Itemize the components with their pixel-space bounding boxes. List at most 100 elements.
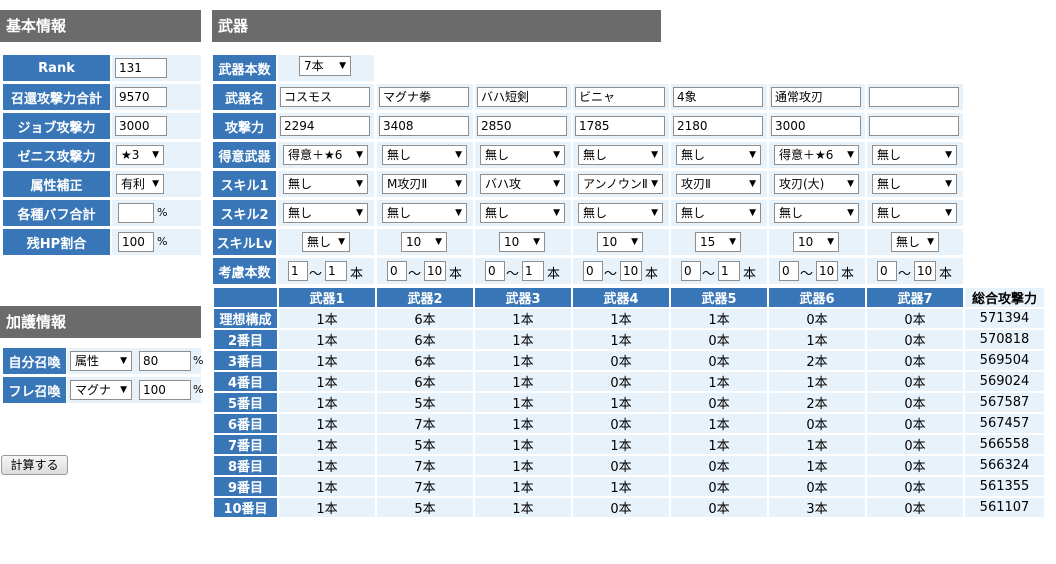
weapon-count-cell: 7本 [377,456,473,475]
weapon-name-input-7[interactable] [869,87,959,107]
weapon-skill1-select-1[interactable]: 無し ▼ [283,174,368,194]
chevron-down-icon: ▼ [338,237,345,247]
buff-total-input[interactable] [118,203,154,223]
weapon-skill2-select-6[interactable]: 無し ▼ [774,203,859,223]
weapon-name-value: マグナ拳 [383,90,432,104]
weapon-skill1-select-6[interactable]: 攻刃(大) ▼ [774,174,859,194]
range-max-value: 10 [819,264,835,278]
summon-value-input-0[interactable]: 80 [139,351,191,371]
range-min-input-1[interactable]: 1 [288,261,308,281]
range-min-input-7[interactable]: 0 [877,261,897,281]
range-min-value: 0 [390,264,398,278]
rank-label: 6番目 [214,414,277,433]
weapon-skill1-select-3[interactable]: バハ攻 ▼ [480,174,565,194]
basic-input-1[interactable]: 9570 [115,87,167,107]
range-min-input-2[interactable]: 0 [387,261,407,281]
basic-value-2: 3000 [119,119,150,133]
weapon-skill2-select-7[interactable]: 無し ▼ [872,203,957,223]
weapon-skill2-select-4[interactable]: 無し ▼ [578,203,663,223]
weapon-skill2-select-1[interactable]: 無し ▼ [283,203,368,223]
weapon-specialty-select-5[interactable]: 無し ▼ [676,145,761,165]
weapon-specialty-select-7[interactable]: 無し ▼ [872,145,957,165]
zenith-attack-select[interactable]: ★3 ▼ [116,145,164,165]
range-max-input-6[interactable]: 10 [816,261,838,281]
weapon-count-cell: 1本 [279,372,375,391]
weapon-count-cell: 0本 [867,498,963,517]
weapon-skill2-select-2[interactable]: 無し ▼ [382,203,467,223]
summon-value: 80 [143,354,159,368]
basic-input-0[interactable]: 131 [115,58,167,78]
weapon-attack-input-6[interactable]: 3000 [771,116,861,136]
weapon-skill-lv-select-1[interactable]: 無し ▼ [302,232,350,252]
weapon-name-input-4[interactable]: ビニャ [575,87,665,107]
element-bonus-select[interactable]: 有利 ▼ [116,174,164,194]
range-max-value: 1 [525,264,533,278]
weapon-name-input-1[interactable]: コスモス [280,87,370,107]
chevron-down-icon: ▼ [847,150,854,160]
weapon-specialty-select-3[interactable]: 無し ▼ [480,145,565,165]
weapon-name-value: 4象 [677,90,697,104]
weapon-name-input-3[interactable]: バハ短剣 [477,87,567,107]
total-attack-cell: 561355 [965,477,1044,496]
weapon-attack-input-7[interactable] [869,116,959,136]
chevron-down-icon: ▼ [455,150,462,160]
rank-label: 8番目 [214,456,277,475]
weapon-name-input-6[interactable]: 通常攻刃 [771,87,861,107]
weapon-row-label-range: 考慮本数 [213,258,276,284]
range-min-input-6[interactable]: 0 [779,261,799,281]
weapon-count-cell: 1本 [671,435,767,454]
weapon-skill-lv-select-5[interactable]: 15 ▼ [695,232,741,252]
weapon-attack-input-1[interactable]: 2294 [280,116,370,136]
chevron-down-icon: ▼ [356,208,363,218]
range-min-input-4[interactable]: 0 [583,261,603,281]
range-max-input-5[interactable]: 1 [718,261,740,281]
weapon-skill2-select-5[interactable]: 無し ▼ [676,203,761,223]
weapon-skill-lv-select-2[interactable]: 10 ▼ [401,232,447,252]
weapon-specialty-select-2[interactable]: 無し ▼ [382,145,467,165]
weapon-specialty-select-4[interactable]: 無し ▼ [578,145,663,165]
weapon-col-header-5: 武器5 [671,288,767,307]
weapon-attack-input-3[interactable]: 2850 [477,116,567,136]
weapon-count-select[interactable]: 7本 ▼ [299,56,351,76]
weapon-skill1-select-2[interactable]: M攻刃Ⅱ ▼ [382,174,467,194]
summon-value-input-1[interactable]: 100 [139,380,191,400]
basic-label-4: 属性補正 [3,171,110,197]
weapon-skill2-select-3[interactable]: 無し ▼ [480,203,565,223]
weapon-skill1-select-5[interactable]: 攻刃Ⅱ ▼ [676,174,761,194]
weapon-skill1-select-4[interactable]: アンノウンⅡ ▼ [578,174,663,194]
weapon-specialty-select-6[interactable]: 得意＋★6 ▼ [774,145,859,165]
total-attack-cell: 567587 [965,393,1044,412]
weapon-specialty-select-1[interactable]: 得意＋★6 ▼ [283,145,368,165]
range-max-input-2[interactable]: 10 [424,261,446,281]
weapon-name-input-2[interactable]: マグナ拳 [379,87,469,107]
weapon-skill-lv-select-3[interactable]: 10 ▼ [499,232,545,252]
range-max-input-7[interactable]: 10 [914,261,936,281]
range-min-input-5[interactable]: 0 [681,261,701,281]
range-unit: 本 [645,267,659,282]
rank-label: 3番目 [214,351,277,370]
summon-type-select-1[interactable]: マグナ ▼ [70,380,132,400]
weapon-skill-lv-select-4[interactable]: 10 ▼ [597,232,643,252]
range-unit: 本 [743,267,757,282]
hp-ratio-input[interactable]: 100 [118,232,154,252]
weapon-name-input-5[interactable]: 4象 [673,87,763,107]
range-max-input-1[interactable]: 1 [325,261,347,281]
range-separator: 〜 [309,267,323,282]
basic-input-2[interactable]: 3000 [115,116,167,136]
weapon-col-header-3: 武器3 [475,288,571,307]
range-min-input-3[interactable]: 0 [485,261,505,281]
calculate-button[interactable]: 計算する [1,455,68,475]
weapon-attack-input-4[interactable]: 1785 [575,116,665,136]
chevron-down-icon: ▼ [749,208,756,218]
weapon-skill1-select-7[interactable]: 無し ▼ [872,174,957,194]
weapon-name-value: バハ短剣 [481,90,530,104]
weapon-skill1-value: バハ攻 [485,177,522,191]
weapon-skill-lv-select-7[interactable]: 無し ▼ [891,232,939,252]
weapon-skill-lv-select-6[interactable]: 10 ▼ [793,232,839,252]
range-unit: 本 [841,267,855,282]
range-max-input-4[interactable]: 10 [620,261,642,281]
weapon-attack-input-5[interactable]: 2180 [673,116,763,136]
summon-type-select-0[interactable]: 属性 ▼ [70,351,132,371]
range-max-input-3[interactable]: 1 [522,261,544,281]
weapon-attack-input-2[interactable]: 3408 [379,116,469,136]
